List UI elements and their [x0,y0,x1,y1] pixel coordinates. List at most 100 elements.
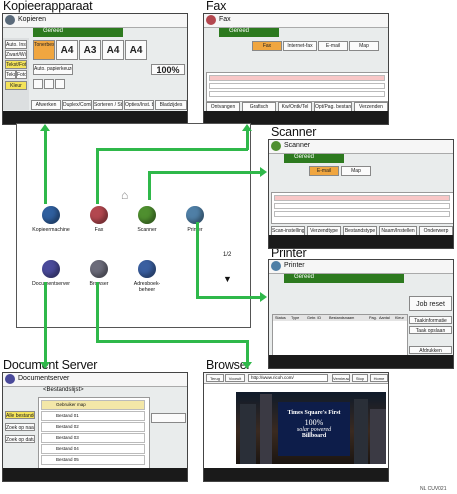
printer-col: Gebr. ID [307,316,322,320]
copier-bottom-bar: Afwerken Duplex/Combineren Sorteren / St… [29,100,187,110]
copier-option-btn[interactable] [33,79,43,89]
docserver-left-btn[interactable]: Alle bestanden [5,411,35,419]
copier-bottom-btn[interactable]: Bladzijdes [155,100,187,110]
arrow-fax-horizontal [96,148,248,151]
scanner-tab[interactable]: E-mail [309,166,339,176]
copier-panel: Kopieren Gereed Auto. Inst. Zwart/Wit Te… [2,13,188,125]
app-printer[interactable]: Printer [173,206,217,233]
browser-url-field[interactable]: http://www.ricoh.com/ [248,374,328,382]
scanner-panel: Scanner Gereed E-mail Map Scan-instellin… [268,139,454,249]
copier-bottom-btn[interactable]: Opties/Inst. bewerken [124,100,154,110]
fax-tab[interactable]: Internet-fax [283,41,317,51]
fax-header: Fax [204,14,388,28]
copier-side-btn[interactable]: Foto [16,70,27,79]
printer-col: Bestandsnaam [329,316,355,320]
copier-header-label: Kopieren [18,16,47,23]
printer-side-btn[interactable]: Taakinformatie [409,316,452,324]
browser-panel: Terug Vooruit http://www.ricoh.com/ Vern… [203,372,389,482]
copier-side-btn[interactable]: Tekst [5,70,16,79]
browser-footer [204,468,388,481]
docserver-file-row[interactable]: Bestand 05 [41,455,145,465]
printer-side-btn[interactable]: Afdrukken [409,346,452,354]
app-address-book[interactable]: Adresboek- beheer [125,260,169,293]
docserver-file-row[interactable]: Bestand 03 [41,433,145,443]
scanner-icon [271,141,281,151]
docserver-header-label: Documentserver [18,375,70,382]
docserver-print-button[interactable] [151,413,186,423]
docserver-app-icon [42,260,60,278]
scanner-dest-row[interactable] [274,211,450,217]
fax-title: Fax [206,0,227,13]
copier-title: Kopieerapparaat [3,0,93,13]
copier-option-btn[interactable] [44,79,54,89]
printer-side-btn[interactable]: Taak opslaan [409,326,452,334]
docserver-left-btn[interactable]: Zoek op datum [5,435,35,443]
app-label: Documentserver [31,281,71,287]
home-icon[interactable]: ⌂ [121,188,128,202]
page-indicator: 1/2 [223,252,232,258]
copier-side-btn[interactable]: Kleur [5,81,27,90]
fax-tab[interactable]: Fax [252,41,282,51]
docserver-file-row[interactable]: Bestand 01 [41,411,145,421]
copier-paper-a4-2[interactable]: A4 [102,40,124,60]
printer-header: Printer [269,260,453,274]
copier-bottom-btn[interactable]: Duplex/Combineren [62,100,92,110]
app-browser[interactable]: Browser [77,260,121,287]
copier-paper-a3[interactable]: A3 [79,40,101,60]
scanner-dest-row[interactable] [274,203,450,209]
document-server-title: Document Server [3,358,98,372]
docserver-file-row[interactable]: Gebruiker map [41,400,145,410]
browser-home-button[interactable]: Home [370,374,388,382]
address-book-app-icon [138,260,156,278]
docserver-footer [3,468,187,481]
copier-side-btn[interactable]: Zwart/Wit [5,50,27,59]
scanner-app-icon [138,206,156,224]
browser-forward-button[interactable]: Vooruit [225,374,245,382]
fax-dest-row[interactable] [209,91,385,97]
copier-side-btn[interactable]: Tekst/Foto [5,60,27,69]
printer-col: Kleur [395,316,404,320]
copier-paper-a4-3[interactable]: A4 [125,40,147,60]
app-scanner[interactable]: Scanner [125,206,169,233]
docserver-file-row[interactable]: Bestand 04 [41,444,145,454]
scanner-destinations [271,192,453,224]
app-fax[interactable]: Fax [77,206,121,233]
browser-billboard: Times Square's First 100% solar powered … [278,402,350,456]
app-label: Scanner [137,227,157,233]
copier-icon [5,15,15,25]
down-arrow-icon[interactable]: ▼ [223,274,232,284]
copier-auto-paper[interactable]: Auto. papierkeuze [33,64,73,75]
app-label: Browser [89,281,109,287]
docserver-file-row[interactable]: Bestand 02 [41,422,145,432]
browser-refresh-button[interactable]: Vernieuwen [332,374,350,382]
docserver-sub: <Bestandslijst> [43,387,84,393]
scanner-header: Scanner [269,140,453,154]
scanner-dest-row[interactable] [274,195,450,201]
fax-tab[interactable]: Map [349,41,379,51]
printer-col: Aantal [379,316,390,320]
browser-stop-button[interactable]: Stop [352,374,368,382]
fax-header-label: Fax [219,16,231,23]
fax-dest-row[interactable] [209,83,385,89]
copier-zoom[interactable]: 100% [151,64,185,75]
app-document-server[interactable]: Documentserver [29,260,73,287]
copier-paper-a4[interactable]: A4 [56,40,78,60]
copier-side-btn[interactable]: Auto. Inst. [5,40,27,49]
browser-toolbar: Terug Vooruit http://www.ricoh.com/ Vern… [204,373,388,384]
copier-paper-btn[interactable]: Tonerbesp. [33,40,55,60]
copier-status: Gereed [33,28,123,37]
fax-tab[interactable]: E-mail [318,41,348,51]
browser-back-button[interactable]: Terug [206,374,224,382]
copier-bottom-btn[interactable]: Sorteren / Stapel. [93,100,123,110]
copier-option-btn[interactable] [55,79,65,89]
fax-dest-row[interactable] [209,75,385,81]
docserver-header: Documentserver [3,373,187,387]
printer-job-reset-button[interactable]: Job reset [409,296,452,311]
app-copier[interactable]: Kopieermachine [29,206,73,233]
printer-col: Pag. [369,316,377,320]
docserver-left-btn[interactable]: Zoek op naam [5,423,35,431]
printer-status: Gereed [284,274,404,283]
scanner-tab[interactable]: Map [341,166,371,176]
docserver-file-list: Gebruiker map Bestand 01 Bestand 02 Best… [38,397,150,471]
copier-bottom-btn[interactable]: Afwerken [31,100,61,110]
